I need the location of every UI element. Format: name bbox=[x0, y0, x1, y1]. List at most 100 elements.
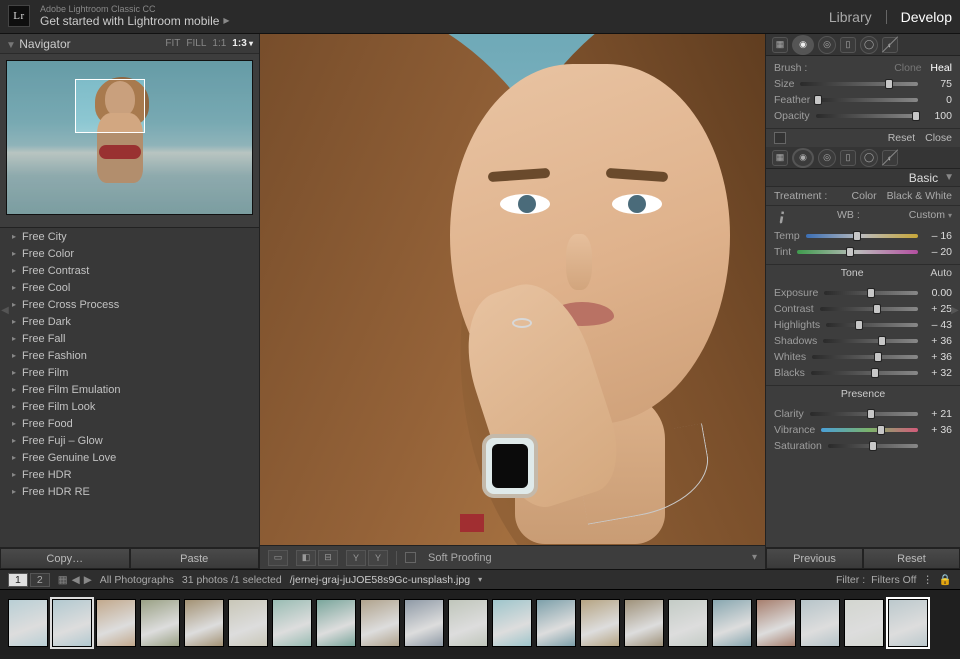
temp-slider[interactable] bbox=[806, 234, 918, 238]
preset-item[interactable]: Free Color bbox=[0, 245, 259, 262]
filmstrip-thumb[interactable] bbox=[272, 599, 312, 647]
wb-chevron-down-icon[interactable]: ▾ bbox=[948, 211, 952, 220]
blacks-slider[interactable] bbox=[811, 371, 918, 375]
reset-button[interactable]: Reset bbox=[863, 548, 960, 569]
navigator-preview[interactable] bbox=[6, 60, 253, 215]
preset-item[interactable]: Free Film Look bbox=[0, 398, 259, 415]
crop-tool-icon[interactable]: ▦ bbox=[772, 37, 788, 53]
filmstrip-thumb[interactable] bbox=[52, 599, 92, 647]
preset-item[interactable]: Free Cross Process bbox=[0, 296, 259, 313]
filmstrip-thumb[interactable] bbox=[228, 599, 268, 647]
back-icon[interactable]: ◀ bbox=[72, 574, 80, 586]
crop-tool-icon-2[interactable]: ▦ bbox=[772, 150, 788, 166]
loupe-view-button[interactable]: ▭ bbox=[268, 550, 288, 566]
filmstrip-thumb[interactable] bbox=[96, 599, 136, 647]
radial-filter-icon-2[interactable]: ◯ bbox=[860, 149, 878, 167]
main-photo-canvas[interactable] bbox=[260, 34, 765, 545]
display-1[interactable]: 1 bbox=[8, 573, 28, 587]
filter-value[interactable]: Filters Off bbox=[871, 574, 916, 586]
brush-reset-link[interactable]: Reset bbox=[888, 132, 915, 144]
navigator-header[interactable]: ▼ Navigator FIT FILL 1:1 1:3 bbox=[0, 34, 259, 54]
right-panel-collapse-icon[interactable]: ▶ bbox=[950, 300, 960, 320]
opacity-slider[interactable] bbox=[816, 114, 918, 118]
highlights-slider[interactable] bbox=[826, 323, 918, 327]
filter-menu-icon[interactable]: ⋮ bbox=[922, 574, 933, 586]
copy-button[interactable]: Copy… bbox=[0, 548, 130, 569]
preset-item[interactable]: Free HDR RE bbox=[0, 483, 259, 500]
treatment-color[interactable]: Color bbox=[852, 190, 877, 202]
filename-path[interactable]: /jernej-graj-juJOE58s9Gc-unsplash.jpg bbox=[290, 574, 470, 586]
previous-button[interactable]: Previous bbox=[766, 548, 863, 569]
blacks-value[interactable]: + 32 bbox=[924, 367, 952, 379]
highlights-value[interactable]: – 43 bbox=[924, 319, 952, 331]
forward-icon[interactable]: ▶ bbox=[84, 574, 92, 586]
exposure-slider[interactable] bbox=[824, 291, 918, 295]
preset-item[interactable]: Free Fashion bbox=[0, 347, 259, 364]
contrast-value[interactable]: + 25 bbox=[924, 303, 952, 315]
left-panel-collapse-icon[interactable]: ◀ bbox=[0, 300, 10, 320]
adjustment-brush-icon-2[interactable]: ◐ bbox=[882, 150, 898, 166]
adjustment-brush-icon[interactable]: ◐ bbox=[882, 37, 898, 53]
vibrance-slider[interactable] bbox=[821, 428, 918, 432]
filmstrip-thumb[interactable] bbox=[668, 599, 708, 647]
yy-right-button[interactable]: Y bbox=[368, 550, 388, 566]
redeye-tool-icon[interactable]: ◎ bbox=[818, 36, 836, 54]
spot-removal-tool-icon[interactable]: ◉ bbox=[792, 35, 814, 55]
grid-icon[interactable]: ▦ bbox=[58, 574, 68, 586]
preset-item[interactable]: Free Fuji – Glow bbox=[0, 432, 259, 449]
size-slider[interactable] bbox=[800, 82, 918, 86]
shadows-slider[interactable] bbox=[823, 339, 918, 343]
exposure-value[interactable]: 0.00 bbox=[924, 287, 952, 299]
nav-mode-1to1[interactable]: 1:1 bbox=[212, 38, 226, 49]
wb-dropdown[interactable]: Custom bbox=[909, 209, 945, 221]
filmstrip-thumb[interactable] bbox=[492, 599, 532, 647]
filmstrip-thumb[interactable] bbox=[536, 599, 576, 647]
preset-item[interactable]: Free Genuine Love bbox=[0, 449, 259, 466]
graduated-filter-icon[interactable]: ▯ bbox=[840, 37, 856, 53]
vibrance-value[interactable]: + 36 bbox=[924, 424, 952, 436]
clarity-value[interactable]: + 21 bbox=[924, 408, 952, 420]
preset-item[interactable]: Free Film Emulation bbox=[0, 381, 259, 398]
preset-item[interactable]: Free City bbox=[0, 228, 259, 245]
filmstrip-thumb[interactable] bbox=[844, 599, 884, 647]
redeye-tool-icon-2[interactable]: ◎ bbox=[818, 149, 836, 167]
soft-proofing-checkbox[interactable] bbox=[405, 552, 416, 563]
brush-mode-clone[interactable]: Clone bbox=[894, 62, 921, 74]
filmstrip-thumb[interactable] bbox=[580, 599, 620, 647]
whites-value[interactable]: + 36 bbox=[924, 351, 952, 363]
wb-eyedropper-icon[interactable] bbox=[771, 205, 790, 224]
before-after-lr-button[interactable]: ◧ bbox=[296, 550, 316, 566]
radial-filter-icon[interactable]: ◯ bbox=[860, 36, 878, 54]
preset-item[interactable]: Free Film bbox=[0, 364, 259, 381]
nav-mode-ratio[interactable]: 1:3 bbox=[232, 38, 253, 49]
size-value[interactable]: 75 bbox=[924, 78, 952, 90]
temp-value[interactable]: – 16 bbox=[924, 230, 952, 242]
brush-close-link[interactable]: Close bbox=[925, 132, 952, 144]
preset-item[interactable]: Free Dark bbox=[0, 313, 259, 330]
filename-chevron-icon[interactable]: ▾ bbox=[478, 575, 482, 584]
spot-removal-tool-icon-2[interactable]: ◉ bbox=[792, 148, 814, 168]
module-library[interactable]: Library bbox=[829, 9, 872, 25]
filmstrip-thumb[interactable] bbox=[800, 599, 840, 647]
yy-left-button[interactable]: Y bbox=[346, 550, 366, 566]
display-2[interactable]: 2 bbox=[30, 573, 50, 587]
tint-value[interactable]: – 20 bbox=[924, 246, 952, 258]
filmstrip-thumb[interactable] bbox=[184, 599, 224, 647]
before-after-tb-button[interactable]: ⊟ bbox=[318, 550, 338, 566]
paste-button[interactable]: Paste bbox=[130, 548, 260, 569]
whites-slider[interactable] bbox=[812, 355, 918, 359]
tint-slider[interactable] bbox=[797, 250, 918, 254]
nav-mode-fill[interactable]: FILL bbox=[186, 38, 206, 49]
filmstrip-thumb[interactable] bbox=[140, 599, 180, 647]
module-develop[interactable]: Develop bbox=[901, 9, 952, 25]
filmstrip-thumb[interactable] bbox=[888, 599, 928, 647]
filmstrip-thumb[interactable] bbox=[756, 599, 796, 647]
clarity-slider[interactable] bbox=[810, 412, 918, 416]
app-subtitle-link[interactable]: Get started with Lightroom mobile bbox=[40, 15, 230, 28]
collection-name[interactable]: All Photographs bbox=[100, 574, 174, 586]
shadows-value[interactable]: + 36 bbox=[924, 335, 952, 347]
tone-auto-link[interactable]: Auto bbox=[930, 267, 952, 279]
preset-item[interactable]: Free Contrast bbox=[0, 262, 259, 279]
feather-value[interactable]: 0 bbox=[924, 94, 952, 106]
navigator-crop-rect[interactable] bbox=[75, 79, 145, 133]
